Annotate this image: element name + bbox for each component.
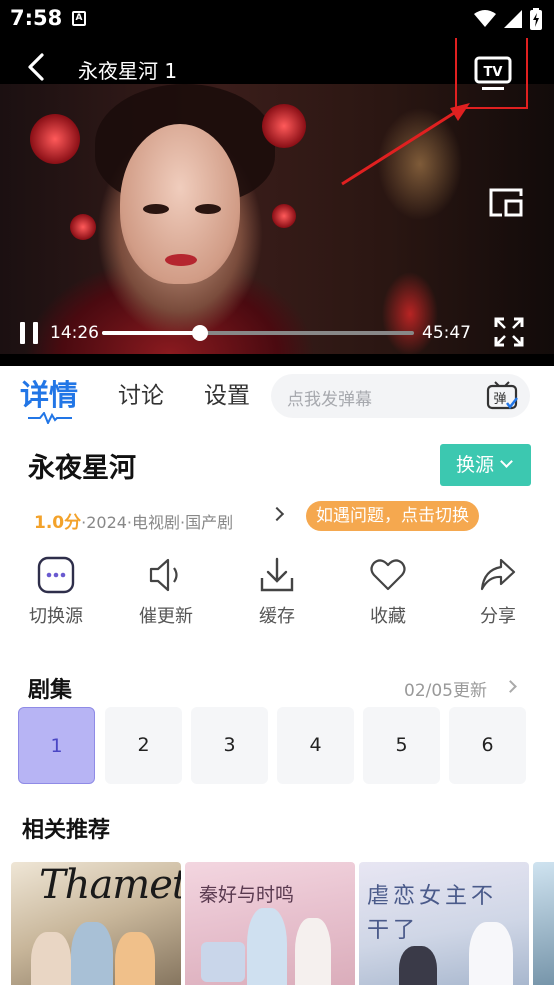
total-time: 45:47	[422, 323, 471, 343]
wifi-icon	[474, 10, 496, 27]
chevron-right-icon[interactable]	[269, 506, 285, 522]
video-player[interactable]: 永夜星河 1 TV 14:26 45:47	[0, 38, 554, 366]
change-source-label: 换源	[456, 454, 495, 476]
player-controls: 14:26 45:47	[0, 314, 554, 354]
poster-title: 秦好与时鸣	[199, 884, 295, 906]
related-title: 相关推荐	[22, 818, 111, 843]
danmu-input[interactable]: 点我发弹幕 弹	[271, 374, 530, 418]
episodes-title: 剧集	[28, 678, 73, 703]
player-top-bar: 永夜星河 1 TV	[0, 38, 554, 109]
status-icons	[474, 8, 542, 30]
episode-list: 1 2 3 4 5 6	[0, 707, 554, 785]
download-icon	[260, 557, 294, 592]
poster-title: Thameto	[39, 862, 181, 908]
favorite-button[interactable]: 收藏	[348, 554, 428, 634]
related-posters: Thameto 秦好与时鸣 虐恋女主不干了	[0, 862, 554, 985]
share-icon	[480, 558, 516, 591]
show-meta-text: ·2024·电视剧·国产剧	[81, 513, 234, 532]
switch-source-button[interactable]: 切换源	[16, 554, 96, 634]
related-poster[interactable]: 秦好与时鸣	[185, 862, 355, 985]
related-poster[interactable]	[533, 862, 554, 985]
episode-item[interactable]: 6	[449, 707, 526, 784]
tv-cast-icon: TV	[474, 56, 512, 90]
episode-item[interactable]: 5	[363, 707, 440, 784]
current-time: 14:26	[50, 323, 99, 343]
speaker-icon	[149, 558, 178, 592]
related-poster[interactable]: Thameto	[11, 862, 181, 985]
status-bar: 7:58 A	[0, 0, 554, 38]
danmu-icon-label: 弹	[493, 392, 506, 407]
action-bar: 切换源 催更新 缓存 收藏 分享	[0, 554, 554, 654]
detail-tabs: 详情 讨论 设置 点我发弹幕 弹	[0, 366, 554, 434]
chevron-right-icon	[504, 680, 517, 693]
tab-details[interactable]: 详情	[20, 372, 78, 414]
progress-fill	[102, 331, 201, 335]
tab-active-indicator	[28, 412, 72, 424]
episode-item[interactable]: 1	[18, 707, 95, 784]
notification-icon: A	[72, 11, 86, 26]
share-button[interactable]: 分享	[458, 554, 538, 634]
change-source-button[interactable]: 换源	[440, 444, 531, 486]
tab-settings[interactable]: 设置	[204, 376, 250, 410]
source-tip-text: 如遇问题，点击切换	[316, 506, 469, 526]
urge-update-button[interactable]: 催更新	[126, 554, 206, 634]
related-poster[interactable]: 虐恋女主不干了	[359, 862, 529, 985]
episode-item[interactable]: 4	[277, 707, 354, 784]
player-title: 永夜星河 1	[78, 59, 178, 83]
heart-icon	[370, 559, 406, 591]
status-time: 7:58	[10, 6, 63, 30]
show-info: 永夜星河 换源 1.0分·2024·电视剧·国产剧 如遇问题，点击切换 切换源 …	[0, 434, 554, 664]
episodes-header: 剧集 02/05更新	[0, 668, 554, 704]
episodes-update[interactable]: 02/05更新	[404, 676, 487, 701]
episode-item[interactable]: 3	[191, 707, 268, 784]
show-score: 1.0分	[34, 513, 82, 533]
download-button[interactable]: 缓存	[237, 554, 317, 634]
danmu-placeholder: 点我发弹幕	[287, 390, 372, 410]
signal-icon	[504, 10, 522, 28]
battery-icon	[530, 8, 542, 30]
pause-icon[interactable]	[20, 322, 38, 344]
pip-icon[interactable]	[488, 186, 524, 218]
back-icon[interactable]	[22, 52, 52, 82]
fullscreen-icon[interactable]	[494, 317, 524, 347]
episode-item[interactable]: 2	[105, 707, 182, 784]
progress-knob[interactable]	[192, 325, 209, 341]
source-tip-bubble[interactable]: 如遇问题，点击切换	[306, 501, 479, 531]
chevron-down-icon	[500, 455, 513, 468]
cast-tv-button[interactable]: TV	[455, 38, 528, 109]
tv-cast-label: TV	[484, 65, 503, 80]
more-icon	[37, 556, 75, 594]
progress-bar[interactable]	[102, 325, 414, 341]
show-title: 永夜星河	[28, 453, 136, 484]
tab-discussion[interactable]: 讨论	[118, 376, 164, 410]
danmu-icon[interactable]: 弹	[485, 379, 519, 413]
show-meta: 1.0分·2024·电视剧·国产剧	[34, 508, 233, 533]
